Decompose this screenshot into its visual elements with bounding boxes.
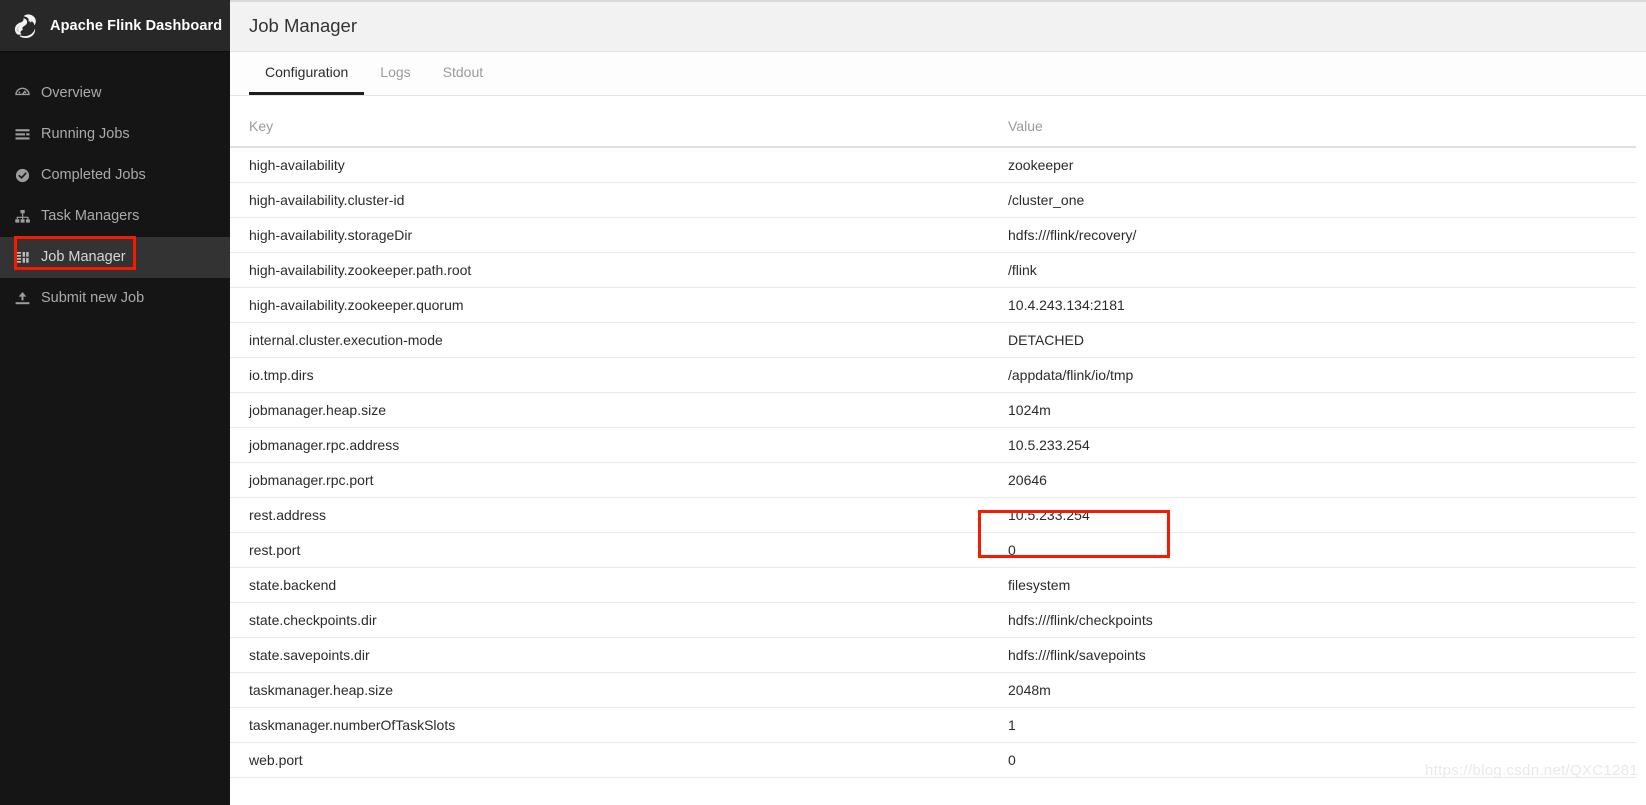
cell-value: /appdata/flink/io/tmp <box>994 357 1636 393</box>
table-body: high-availability zookeeper high-availab… <box>230 147 1636 778</box>
cell-value: 2048m <box>994 672 1636 708</box>
sidebar-nav: Overview Running Jobs Completed Jobs Tas… <box>0 52 230 319</box>
cell-value: 10.5.233.254 <box>994 497 1636 533</box>
sitemap-icon <box>14 208 31 225</box>
configuration-table-container[interactable]: Key Value high-availability zookeeper hi… <box>230 96 1646 805</box>
table-row[interactable]: state.savepoints.dir hdfs:///flink/savep… <box>230 637 1636 673</box>
flink-squirrel-icon <box>10 13 40 39</box>
cell-value: zookeeper <box>994 147 1636 183</box>
column-header-key: Key <box>230 96 994 148</box>
list-bars-icon <box>14 126 31 143</box>
sidebar-item-label: Job Manager <box>41 249 126 266</box>
cell-value: /flink <box>994 252 1636 288</box>
cell-value: filesystem <box>994 567 1636 603</box>
table-row[interactable]: state.backend filesystem <box>230 567 1636 603</box>
table-row[interactable]: jobmanager.heap.size 1024m <box>230 392 1636 428</box>
tab-logs[interactable]: Logs <box>364 52 426 95</box>
cell-value: 10.4.243.134:2181 <box>994 287 1636 323</box>
cell-key: state.savepoints.dir <box>230 637 994 673</box>
table-row[interactable]: high-availability.cluster-id /cluster_on… <box>230 182 1636 218</box>
cell-key: jobmanager.heap.size <box>230 392 994 428</box>
cell-key: internal.cluster.execution-mode <box>230 322 994 358</box>
cell-key: jobmanager.rpc.port <box>230 462 994 498</box>
sidebar: Apache Flink Dashboard Overview Running … <box>0 0 230 805</box>
page-header: Job Manager <box>230 0 1646 52</box>
tab-stdout[interactable]: Stdout <box>427 52 499 95</box>
cell-key: rest.port <box>230 532 994 568</box>
cell-value: 0 <box>994 532 1636 568</box>
cell-value: hdfs:///flink/recovery/ <box>994 217 1636 253</box>
window-top-edge <box>230 0 1646 2</box>
sidebar-item-label: Overview <box>41 85 102 102</box>
table-row[interactable]: high-availability.storageDir hdfs:///fli… <box>230 217 1636 253</box>
sidebar-item-label: Running Jobs <box>41 126 130 143</box>
table-row-highlighted[interactable]: jobmanager.rpc.address 10.5.233.254 <box>230 427 1636 463</box>
check-circle-icon <box>14 167 31 184</box>
cell-key: taskmanager.numberOfTaskSlots <box>230 707 994 743</box>
flink-dashboard-window: Apache Flink Dashboard Overview Running … <box>0 0 1646 805</box>
cell-value: 20646 <box>994 462 1636 498</box>
dashboard-gauge-icon <box>14 85 31 102</box>
table-row[interactable]: high-availability zookeeper <box>230 147 1636 183</box>
tab-bar: Configuration Logs Stdout <box>230 52 1646 96</box>
cell-value: /cluster_one <box>994 182 1636 218</box>
table-header: Key Value <box>230 96 1636 148</box>
table-row[interactable]: io.tmp.dirs /appdata/flink/io/tmp <box>230 357 1636 393</box>
sidebar-item-submit-new-job[interactable]: Submit new Job <box>0 278 230 319</box>
cell-key: rest.address <box>230 497 994 533</box>
sidebar-item-label: Completed Jobs <box>41 167 146 184</box>
cell-key: taskmanager.heap.size <box>230 672 994 708</box>
cell-value: 0 <box>994 742 1636 778</box>
page-title: Job Manager <box>249 14 357 36</box>
cell-key: io.tmp.dirs <box>230 357 994 393</box>
main-content: Job Manager Configuration Logs Stdout Ke… <box>230 0 1646 805</box>
sidebar-item-completed-jobs[interactable]: Completed Jobs <box>0 155 230 196</box>
cell-key: high-availability <box>230 147 994 183</box>
cell-value: 10.5.233.254 <box>994 427 1636 463</box>
table-row[interactable]: taskmanager.numberOfTaskSlots 1 <box>230 707 1636 743</box>
cell-key: state.checkpoints.dir <box>230 602 994 638</box>
cell-key: high-availability.zookeeper.path.root <box>230 252 994 288</box>
configuration-table: Key Value high-availability zookeeper hi… <box>230 96 1636 778</box>
server-rack-icon <box>14 249 31 266</box>
cell-value: hdfs:///flink/checkpoints <box>994 602 1636 638</box>
sidebar-item-job-manager[interactable]: Job Manager <box>0 237 230 278</box>
column-header-value: Value <box>994 96 1636 148</box>
table-row[interactable]: taskmanager.heap.size 2048m <box>230 672 1636 708</box>
tab-label: Stdout <box>442 64 484 80</box>
cell-key: high-availability.cluster-id <box>230 182 994 218</box>
cell-key: jobmanager.rpc.address <box>230 427 994 463</box>
sidebar-item-running-jobs[interactable]: Running Jobs <box>0 114 230 155</box>
table-row[interactable]: rest.port 0 <box>230 532 1636 568</box>
cell-key: web.port <box>230 742 994 778</box>
sidebar-item-task-managers[interactable]: Task Managers <box>0 196 230 237</box>
upload-icon <box>14 290 31 307</box>
cell-value: DETACHED <box>994 322 1636 358</box>
cell-key: state.backend <box>230 567 994 603</box>
table-row[interactable]: high-availability.zookeeper.quorum 10.4.… <box>230 287 1636 323</box>
table-row[interactable]: high-availability.zookeeper.path.root /f… <box>230 252 1636 288</box>
sidebar-item-overview[interactable]: Overview <box>0 73 230 114</box>
cell-value: hdfs:///flink/savepoints <box>994 637 1636 673</box>
table-row[interactable]: internal.cluster.execution-mode DETACHED <box>230 322 1636 358</box>
table-row[interactable]: jobmanager.rpc.port 20646 <box>230 462 1636 498</box>
table-header-row: Key Value <box>230 96 1636 148</box>
tab-configuration[interactable]: Configuration <box>249 52 365 95</box>
brand-title: Apache Flink Dashboard <box>50 17 223 34</box>
sidebar-item-label: Submit new Job <box>41 290 145 307</box>
table-row[interactable]: state.checkpoints.dir hdfs:///flink/chec… <box>230 602 1636 638</box>
tab-label: Configuration <box>265 64 349 80</box>
cell-value: 1 <box>994 707 1636 743</box>
sidebar-item-label: Task Managers <box>41 208 140 225</box>
cell-value: 1024m <box>994 392 1636 428</box>
tab-label: Logs <box>380 64 411 80</box>
cell-key: high-availability.zookeeper.quorum <box>230 287 994 323</box>
cell-key: high-availability.storageDir <box>230 217 994 253</box>
table-row[interactable]: rest.address 10.5.233.254 <box>230 497 1636 533</box>
table-row[interactable]: web.port 0 <box>230 742 1636 778</box>
sidebar-brand[interactable]: Apache Flink Dashboard <box>0 0 230 52</box>
